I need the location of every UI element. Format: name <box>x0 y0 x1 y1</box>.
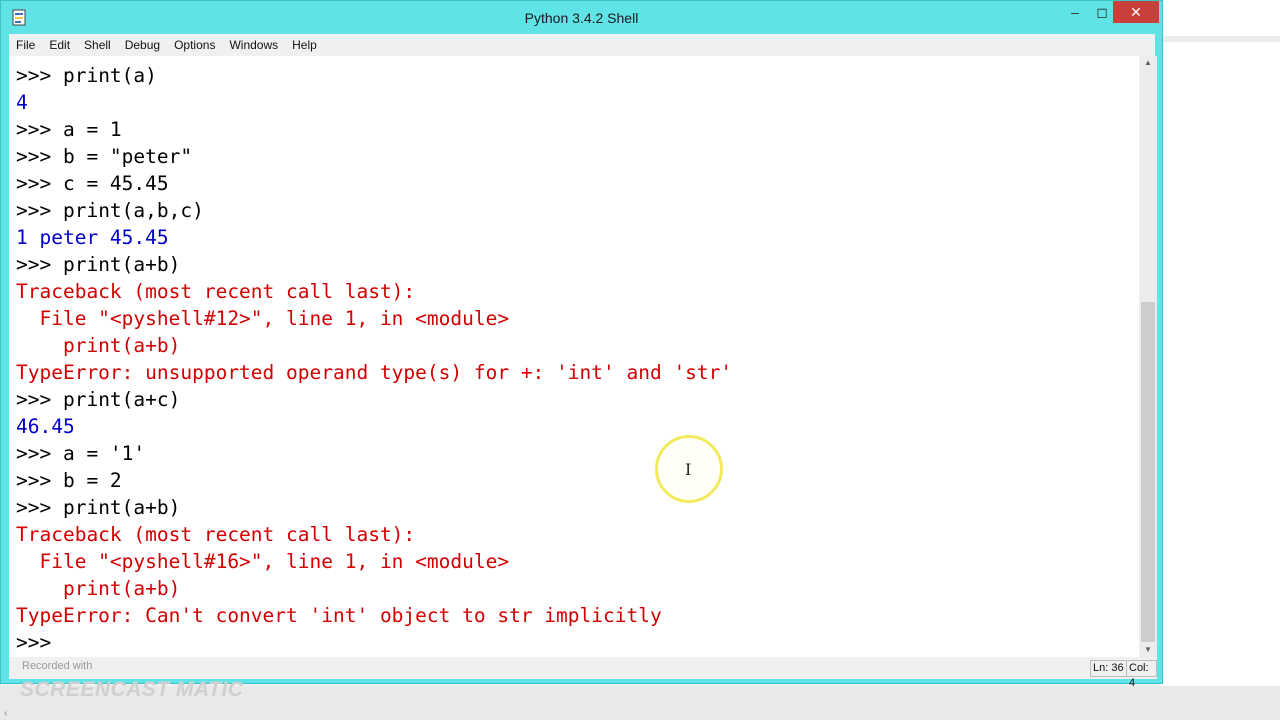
status-column-number: Col: 4 <box>1126 660 1157 689</box>
shell-input-text: b = "peter" <box>62 145 193 168</box>
menubar: File Edit Shell Debug Options Windows He… <box>9 34 1155 56</box>
shell-line: >>> c = 45.45 <box>16 170 732 197</box>
shell-line: print(a+b) <box>16 575 732 602</box>
shell-line: >>> <box>16 629 732 656</box>
shell-prompt: >>> <box>16 64 63 87</box>
shell-error-text: File "<pyshell#12>", line 1, in <module> <box>16 307 510 330</box>
shell-line: >>> print(a+b) <box>16 251 732 278</box>
shell-text-area[interactable]: >>> print(a) 4 >>> a = 1 >>> b = "peter" >>>… <box>9 56 1139 657</box>
menu-windows[interactable]: Windows <box>222 34 285 56</box>
shell-prompt: >>> <box>16 199 63 222</box>
shell-error-text: Traceback (most recent call last): <box>16 280 416 303</box>
shell-error-text: print(a+b) <box>16 577 181 600</box>
shell-error-text: Traceback (most recent call last): <box>16 523 416 546</box>
shell-input-text: b = 2 <box>62 469 122 492</box>
shell-line: 4 <box>16 89 732 116</box>
status-bar: Ln: 36 Col: 4 <box>9 657 1157 689</box>
window-title: Python 3.4.2 Shell <box>524 10 639 26</box>
menu-edit[interactable]: Edit <box>42 34 77 56</box>
shell-line: File "<pyshell#16>", line 1, in <module> <box>16 548 732 575</box>
shell-input-text: c = 45.45 <box>62 172 169 195</box>
shell-prompt: >>> <box>16 388 63 411</box>
shell-input-text: print(a+b) <box>62 253 181 276</box>
shell-line: Traceback (most recent call last): <box>16 521 732 548</box>
shell-line: TypeError: Can't convert 'int' object to… <box>16 602 732 629</box>
menu-options[interactable]: Options <box>167 34 222 56</box>
shell-prompt: >>> <box>16 442 63 465</box>
scroll-left-icon: ‹ <box>4 708 8 719</box>
shell-prompt: >>> <box>16 118 63 141</box>
idle-shell-window: Python 3.4.2 Shell – ◻ ✕ File Edit Shell… <box>0 0 1163 689</box>
shell-output-text: 46.45 <box>16 415 75 438</box>
background-window-titlebar <box>1160 0 1280 37</box>
titlebar[interactable]: Python 3.4.2 Shell – ◻ ✕ <box>1 1 1162 34</box>
shell-line: >>> print(a,b,c) <box>16 197 732 224</box>
shell-line: >>> a = 1 <box>16 116 732 143</box>
shell-line: 46.45 <box>16 413 732 440</box>
shell-line: >>> print(a+c) <box>16 386 732 413</box>
shell-line: print(a+b) <box>16 332 732 359</box>
shell-line: >>> print(a) <box>16 62 732 89</box>
shell-line: TypeError: unsupported operand type(s) f… <box>16 359 732 386</box>
shell-line: >>> print(a+b) <box>16 494 732 521</box>
shell-prompt: >>> <box>16 496 63 519</box>
shell-line: >>> b = "peter" <box>16 143 732 170</box>
shell-input-text: a = '1' <box>62 442 146 465</box>
menu-file[interactable]: File <box>9 34 42 56</box>
shell-error-text: TypeError: Can't convert 'int' object to… <box>16 604 662 627</box>
scroll-down-icon[interactable]: ▼ <box>1139 643 1157 657</box>
menu-debug[interactable]: Debug <box>118 34 167 56</box>
watermark-brand: SCREENCAST MATIC <box>20 678 244 701</box>
minimize-button[interactable]: – <box>1061 1 1089 23</box>
close-button[interactable]: ✕ <box>1113 1 1159 23</box>
background-window-strip <box>1160 36 1280 42</box>
menu-help[interactable]: Help <box>285 34 324 56</box>
shell-input-text: a = 1 <box>62 118 122 141</box>
shell-line: File "<pyshell#12>", line 1, in <module> <box>16 305 732 332</box>
shell-prompt: >>> <box>16 469 63 492</box>
shell-input-text: print(a+c) <box>62 388 181 411</box>
shell-input-text: print(a+b) <box>62 496 181 519</box>
shell-output-text: 4 <box>16 91 28 114</box>
shell-error-text: print(a+b) <box>16 334 181 357</box>
shell-input-text: print(a,b,c) <box>62 199 204 222</box>
shell-prompt: >>> <box>16 145 63 168</box>
shell-error-text: File "<pyshell#16>", line 1, in <module> <box>16 550 510 573</box>
shell-prompt: >>> <box>16 253 63 276</box>
shell-input-text: print(a) <box>62 64 157 87</box>
background-window <box>1160 0 1280 720</box>
shell-output-text: 1 peter 45.45 <box>16 226 169 249</box>
shell-line: 1 peter 45.45 <box>16 224 732 251</box>
shell-lines: >>> print(a) 4 >>> a = 1 >>> b = "peter" >>>… <box>16 62 732 656</box>
status-line-number: Ln: 36 <box>1090 660 1127 677</box>
watermark-recorded-with: Recorded with <box>22 660 93 672</box>
maximize-button[interactable]: ◻ <box>1089 1 1115 23</box>
shell-line: >>> a = '1' <box>16 440 732 467</box>
shell-error-text: TypeError: unsupported operand type(s) f… <box>16 361 733 384</box>
ibeam-cursor-icon: I <box>685 460 692 479</box>
scrollbar-thumb[interactable] <box>1141 302 1155 642</box>
shell-prompt: >>> <box>16 631 63 654</box>
shell-line: Traceback (most recent call last): <box>16 278 732 305</box>
scroll-up-icon[interactable]: ▲ <box>1139 56 1157 70</box>
menu-shell[interactable]: Shell <box>77 34 118 56</box>
shell-line: >>> b = 2 <box>16 467 732 494</box>
shell-prompt: >>> <box>16 172 63 195</box>
vertical-scrollbar[interactable]: ▲ ▼ <box>1139 56 1157 657</box>
